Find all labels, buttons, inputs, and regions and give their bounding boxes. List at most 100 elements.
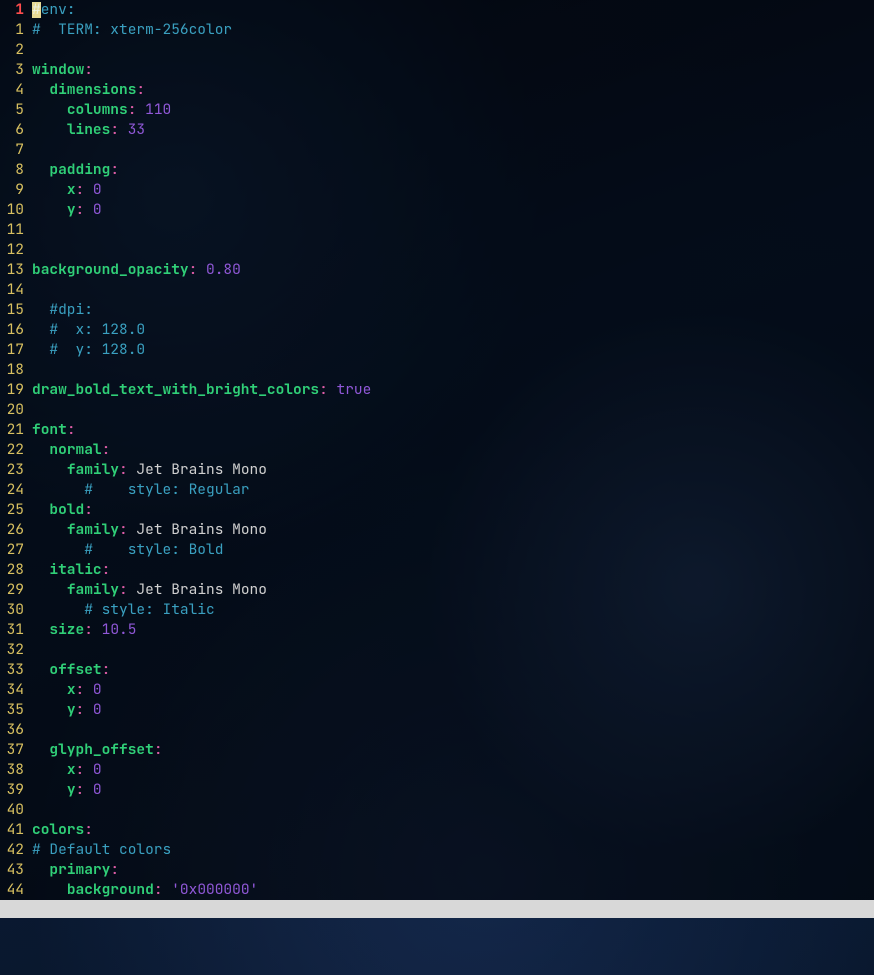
code-line[interactable]: 21font: bbox=[0, 420, 874, 440]
code-line[interactable]: 26 family: Jet Brains Mono bbox=[0, 520, 874, 540]
code-content[interactable]: family: Jet Brains Mono bbox=[32, 520, 874, 540]
code-line[interactable]: 35 y: 0 bbox=[0, 700, 874, 720]
code-content[interactable]: x: 0 bbox=[32, 180, 874, 200]
code-token bbox=[32, 80, 49, 99]
code-line[interactable]: 40 bbox=[0, 800, 874, 820]
code-content[interactable]: background_opacity: 0.80 bbox=[32, 260, 874, 280]
code-line[interactable]: 12 bbox=[0, 240, 874, 260]
code-content[interactable]: normal: bbox=[32, 440, 874, 460]
code-line[interactable]: 10 y: 0 bbox=[0, 200, 874, 220]
code-line[interactable]: 7 bbox=[0, 140, 874, 160]
code-line[interactable]: 28 italic: bbox=[0, 560, 874, 580]
code-token bbox=[32, 500, 49, 519]
code-line[interactable]: 18 bbox=[0, 360, 874, 380]
code-content[interactable]: #env: bbox=[32, 0, 874, 20]
code-content[interactable]: padding: bbox=[32, 160, 874, 180]
code-content[interactable]: # y: 128.0 bbox=[32, 340, 874, 360]
code-token: : bbox=[84, 620, 93, 639]
code-content[interactable]: # style: Regular bbox=[32, 480, 874, 500]
code-line[interactable]: 39 y: 0 bbox=[0, 780, 874, 800]
code-content[interactable]: font: bbox=[32, 420, 874, 440]
code-line[interactable]: 37 glyph_offset: bbox=[0, 740, 874, 760]
code-content[interactable]: columns: 110 bbox=[32, 100, 874, 120]
code-line[interactable]: 24 # style: Regular bbox=[0, 480, 874, 500]
code-content[interactable]: y: 0 bbox=[32, 700, 874, 720]
code-token bbox=[32, 440, 49, 459]
code-content[interactable]: offset: bbox=[32, 660, 874, 680]
code-line[interactable]: 31 size: 10.5 bbox=[0, 620, 874, 640]
code-token: #dpi: bbox=[49, 300, 93, 319]
code-line[interactable]: 15 #dpi: bbox=[0, 300, 874, 320]
code-content[interactable]: # Default colors bbox=[32, 840, 874, 860]
code-content[interactable]: background: '0x000000' bbox=[32, 880, 874, 900]
code-content[interactable]: bold: bbox=[32, 500, 874, 520]
code-token bbox=[163, 880, 172, 899]
code-content[interactable]: # TERM: xterm-256color bbox=[32, 20, 874, 40]
code-token: 110 bbox=[145, 100, 171, 119]
code-line[interactable]: 27 # style: Bold bbox=[0, 540, 874, 560]
code-line[interactable]: 43 primary: bbox=[0, 860, 874, 880]
code-content[interactable]: size: 10.5 bbox=[32, 620, 874, 640]
code-content[interactable]: window: bbox=[32, 60, 874, 80]
code-line[interactable]: 11 bbox=[0, 220, 874, 240]
line-number: 37 bbox=[0, 740, 32, 760]
code-line[interactable]: 8 padding: bbox=[0, 160, 874, 180]
code-line[interactable]: 34 x: 0 bbox=[0, 680, 874, 700]
code-token: font bbox=[32, 420, 67, 439]
code-token: Jet Brains Mono bbox=[128, 520, 267, 539]
code-line[interactable]: 4 dimensions: bbox=[0, 80, 874, 100]
code-line[interactable]: 36 bbox=[0, 720, 874, 740]
code-content[interactable]: glyph_offset: bbox=[32, 740, 874, 760]
code-token: : bbox=[76, 680, 85, 699]
code-content[interactable]: lines: 33 bbox=[32, 120, 874, 140]
code-line[interactable]: 32 bbox=[0, 640, 874, 660]
code-content[interactable]: y: 0 bbox=[32, 200, 874, 220]
code-content[interactable]: # x: 128.0 bbox=[32, 320, 874, 340]
code-line[interactable]: 25 bold: bbox=[0, 500, 874, 520]
code-content[interactable]: # style: Bold bbox=[32, 540, 874, 560]
code-token: : bbox=[110, 160, 119, 179]
code-content[interactable]: draw_bold_text_with_bright_colors: true bbox=[32, 380, 874, 400]
code-line[interactable]: 42# Default colors bbox=[0, 840, 874, 860]
code-token: background_opacity bbox=[32, 260, 189, 279]
code-line[interactable]: 41colors: bbox=[0, 820, 874, 840]
line-number: 7 bbox=[0, 140, 32, 160]
code-line[interactable]: 17 # y: 128.0 bbox=[0, 340, 874, 360]
code-line[interactable]: 2 bbox=[0, 40, 874, 60]
line-number: 32 bbox=[0, 640, 32, 660]
code-content[interactable]: primary: bbox=[32, 860, 874, 880]
code-line[interactable]: 16 # x: 128.0 bbox=[0, 320, 874, 340]
code-line[interactable]: 1#env: bbox=[0, 0, 874, 20]
code-content[interactable]: family: Jet Brains Mono bbox=[32, 580, 874, 600]
code-content[interactable]: #dpi: bbox=[32, 300, 874, 320]
code-content[interactable]: family: Jet Brains Mono bbox=[32, 460, 874, 480]
code-line[interactable]: 33 offset: bbox=[0, 660, 874, 680]
code-line[interactable]: 22 normal: bbox=[0, 440, 874, 460]
code-line[interactable]: 1# TERM: xterm-256color bbox=[0, 20, 874, 40]
code-content[interactable]: # style: Italic bbox=[32, 600, 874, 620]
code-content[interactable]: colors: bbox=[32, 820, 874, 840]
code-line[interactable]: 13background_opacity: 0.80 bbox=[0, 260, 874, 280]
code-editor[interactable]: 1#env:1# TERM: xterm-256color23window:4 … bbox=[0, 0, 874, 900]
code-line[interactable]: 9 x: 0 bbox=[0, 180, 874, 200]
code-content[interactable]: italic: bbox=[32, 560, 874, 580]
line-number: 26 bbox=[0, 520, 32, 540]
line-number: 34 bbox=[0, 680, 32, 700]
code-line[interactable]: 14 bbox=[0, 280, 874, 300]
code-line[interactable]: 6 lines: 33 bbox=[0, 120, 874, 140]
code-line[interactable]: 23 family: Jet Brains Mono bbox=[0, 460, 874, 480]
code-content[interactable]: dimensions: bbox=[32, 80, 874, 100]
code-content[interactable]: x: 0 bbox=[32, 760, 874, 780]
code-content[interactable]: x: 0 bbox=[32, 680, 874, 700]
code-line[interactable]: 20 bbox=[0, 400, 874, 420]
code-content[interactable]: y: 0 bbox=[32, 780, 874, 800]
code-line[interactable]: 3window: bbox=[0, 60, 874, 80]
code-line[interactable]: 19draw_bold_text_with_bright_colors: tru… bbox=[0, 380, 874, 400]
code-line[interactable]: 38 x: 0 bbox=[0, 760, 874, 780]
code-line[interactable]: 44 background: '0x000000' bbox=[0, 880, 874, 900]
code-token: size bbox=[49, 620, 84, 639]
code-line[interactable]: 29 family: Jet Brains Mono bbox=[0, 580, 874, 600]
code-line[interactable]: 30 # style: Italic bbox=[0, 600, 874, 620]
code-token: : bbox=[102, 560, 111, 579]
code-line[interactable]: 5 columns: 110 bbox=[0, 100, 874, 120]
